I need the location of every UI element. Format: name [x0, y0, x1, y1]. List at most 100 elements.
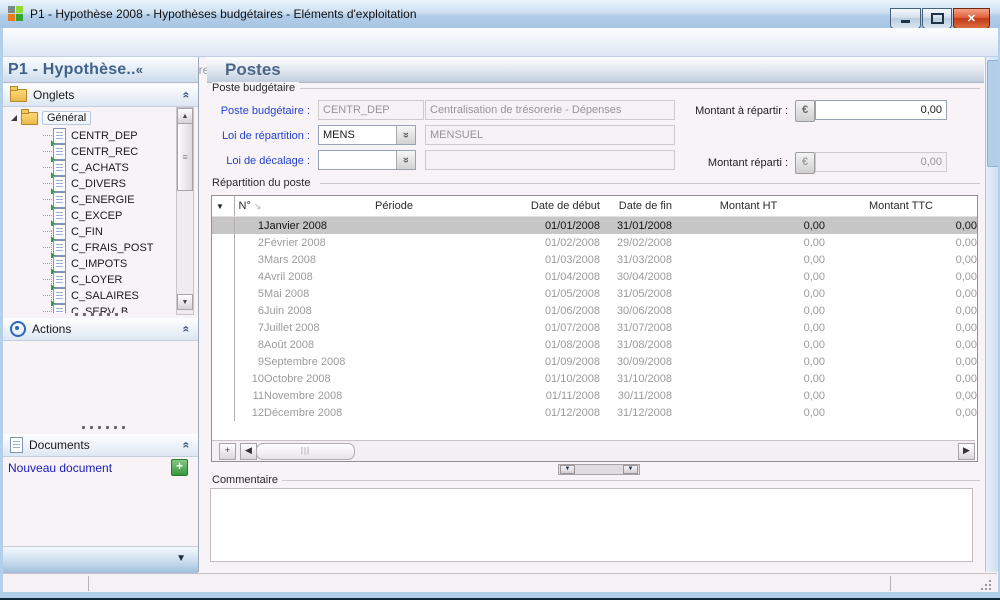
- collapse-chevron-icon: «: [180, 326, 194, 333]
- scroll-left-icon[interactable]: ◀: [240, 443, 257, 460]
- folder-icon: [10, 89, 27, 102]
- toolbar: Actions ▼ ★ ✕ Enregistrer ▼ P1 - Hypothè…: [0, 28, 1000, 57]
- col-header-fin[interactable]: Date de fin: [600, 196, 672, 217]
- tree-item[interactable]: C_EXCEP: [43, 208, 122, 224]
- tree-item[interactable]: CENTR_DEP: [43, 128, 138, 144]
- col-header-n[interactable]: N° ↘: [234, 196, 264, 217]
- main-header: Postes: [207, 57, 984, 83]
- tree-node-label: Général: [42, 111, 91, 125]
- app-icon: [8, 6, 24, 22]
- chevron-double-down-icon: «: [397, 157, 415, 163]
- col-header-debut[interactable]: Date de début: [524, 196, 600, 217]
- minimize-button[interactable]: [890, 8, 921, 29]
- resize-grip[interactable]: [979, 578, 991, 590]
- title-bar: P1 - Hypothèse 2008 - Hypothèses budgéta…: [0, 0, 1000, 29]
- splitter-handle[interactable]: [75, 313, 121, 316]
- tree-item[interactable]: CENTR_REC: [43, 144, 138, 160]
- comment-input[interactable]: [210, 488, 973, 562]
- euro-button-disabled: €: [795, 152, 815, 174]
- loi-decalage-combo[interactable]: «: [318, 150, 416, 170]
- splitter-handle[interactable]: [82, 426, 128, 429]
- scroll-up-icon[interactable]: ▲: [177, 108, 193, 124]
- documents-panel-icon: [10, 437, 23, 453]
- window-title: P1 - Hypothèse 2008 - Hypothèses budgéta…: [30, 7, 417, 21]
- group-legend-commentaire: Commentaire: [212, 474, 282, 486]
- tree-item[interactable]: C_DIVERS: [43, 176, 126, 192]
- tree-item[interactable]: C_FRAIS_POST: [43, 240, 154, 256]
- montant-a-repartir-input[interactable]: 0,00: [815, 100, 947, 120]
- tree-scrollbar[interactable]: ▲ ≡ ▼: [176, 107, 194, 315]
- grid-horizontal-scrollbar[interactable]: + ◀ ||| ▶: [212, 440, 975, 461]
- poste-doc-icon: [53, 192, 66, 208]
- group-legend-repartition: Répartition du poste: [212, 177, 314, 189]
- table-row[interactable]: 9Septembre 200801/09/200830/09/20080,000…: [212, 353, 977, 370]
- loi-repartition-desc-field: MENSUEL: [425, 125, 675, 145]
- table-row[interactable]: 3Mars 200801/03/200831/03/20080,000,00: [212, 251, 977, 268]
- horizontal-splitter[interactable]: ▼ ▼: [558, 464, 640, 475]
- application-window: P1 - Hypothèse 2008 - Hypothèses budgéta…: [0, 0, 1000, 600]
- table-row[interactable]: 5Mai 200801/05/200831/05/20080,000,00: [212, 285, 977, 302]
- tree-item[interactable]: C_FIN: [43, 224, 103, 240]
- combo-dropdown-button[interactable]: «: [396, 151, 415, 169]
- splitter-collapse-button[interactable]: ▼: [560, 465, 575, 474]
- table-row[interactable]: 7Juillet 200801/07/200831/07/20080,000,0…: [212, 319, 977, 336]
- panel-header-actions[interactable]: Actions «: [3, 318, 198, 341]
- scroll-down-icon[interactable]: ▼: [177, 294, 193, 310]
- scroll-right-icon[interactable]: ▶: [958, 443, 975, 460]
- col-header-periode[interactable]: Période: [264, 196, 524, 217]
- sidebar-footer-bar[interactable]: ▼: [3, 546, 198, 574]
- maximize-button[interactable]: [922, 8, 952, 29]
- repartition-grid: ▼ N° ↘ Période Date de début Date de fin…: [211, 195, 978, 462]
- loi-repartition-combo[interactable]: MENS «: [318, 125, 416, 145]
- close-button[interactable]: ✕: [953, 8, 990, 29]
- panel-header-onglets[interactable]: Onglets «: [3, 84, 198, 107]
- status-bar: [3, 573, 997, 593]
- table-row[interactable]: 2Février 200801/02/200829/02/20080,000,0…: [212, 234, 977, 251]
- onglets-tree: Général CENTR_DEP CENTR_REC C_ACHATS C_D…: [3, 106, 198, 313]
- montant-a-repartir-label: Montant à répartir :: [693, 105, 788, 117]
- poste-code-field: CENTR_DEP: [318, 100, 424, 120]
- sidebar-title: P1 - Hypothèse..: [3, 61, 136, 78]
- documents-panel-label: Documents: [29, 438, 183, 452]
- table-row[interactable]: 6Juin 200801/06/200830/06/20080,000,00: [212, 302, 977, 319]
- tree-scrollbar-thumb[interactable]: ≡: [177, 123, 193, 191]
- new-document-link[interactable]: Nouveau document: [8, 461, 112, 475]
- poste-doc-icon: [53, 176, 66, 192]
- actions-panel-icon: [10, 321, 26, 337]
- table-row[interactable]: 1Janvier 200801/01/200831/01/20080,000,0…: [212, 217, 977, 235]
- poste-doc-icon: [53, 256, 66, 272]
- sidebar-collapse-icon[interactable]: «: [136, 57, 143, 82]
- sort-icon: ↘: [254, 201, 262, 211]
- poste-doc-icon: [53, 208, 66, 224]
- splitter-collapse-button[interactable]: ▼: [623, 465, 638, 474]
- add-document-button[interactable]: +: [171, 459, 188, 476]
- table-row[interactable]: 11Novembre 200801/11/200830/11/20080,000…: [212, 387, 977, 404]
- tree-item[interactable]: C_ENERGIE: [43, 192, 135, 208]
- tree-expander-icon[interactable]: [11, 115, 17, 121]
- tree-item[interactable]: C_ACHATS: [43, 160, 129, 176]
- poste-doc-icon: [53, 144, 66, 160]
- col-header-ht[interactable]: Montant HT: [672, 196, 825, 217]
- table-row[interactable]: 10Octobre 200801/10/200831/10/20080,000,…: [212, 370, 977, 387]
- minimize-icon: [901, 20, 910, 23]
- table-row[interactable]: 4Avril 200801/04/200830/04/20080,000,00: [212, 268, 977, 285]
- col-header-ttc[interactable]: Montant TTC: [825, 196, 977, 217]
- euro-button[interactable]: €: [795, 100, 815, 122]
- hscroll-thumb[interactable]: |||: [256, 443, 355, 460]
- tree-node-general[interactable]: Général: [3, 110, 91, 126]
- tree-item[interactable]: C_SALAIRES: [43, 288, 139, 304]
- table-row[interactable]: 8Août 200801/08/200831/08/20080,000,00: [212, 336, 977, 353]
- add-row-button[interactable]: +: [219, 443, 236, 460]
- close-icon: ✕: [967, 12, 976, 25]
- main-vertical-scrollbar[interactable]: [985, 57, 999, 572]
- combo-dropdown-button[interactable]: «: [396, 126, 415, 144]
- tree-item[interactable]: C_SERV_B: [43, 304, 128, 313]
- loi-decalage-desc-field: [425, 150, 675, 170]
- panel-header-documents[interactable]: Documents «: [3, 434, 198, 457]
- chevron-down-icon: ▼: [176, 553, 186, 564]
- row-selector-dropdown-icon[interactable]: ▼: [212, 202, 234, 211]
- poste-doc-icon: [53, 304, 66, 313]
- table-row[interactable]: 12Décembre 200801/12/200831/12/20080,000…: [212, 404, 977, 421]
- tree-item[interactable]: C_IMPOTS: [43, 256, 127, 272]
- tree-item[interactable]: C_LOYER: [43, 272, 122, 288]
